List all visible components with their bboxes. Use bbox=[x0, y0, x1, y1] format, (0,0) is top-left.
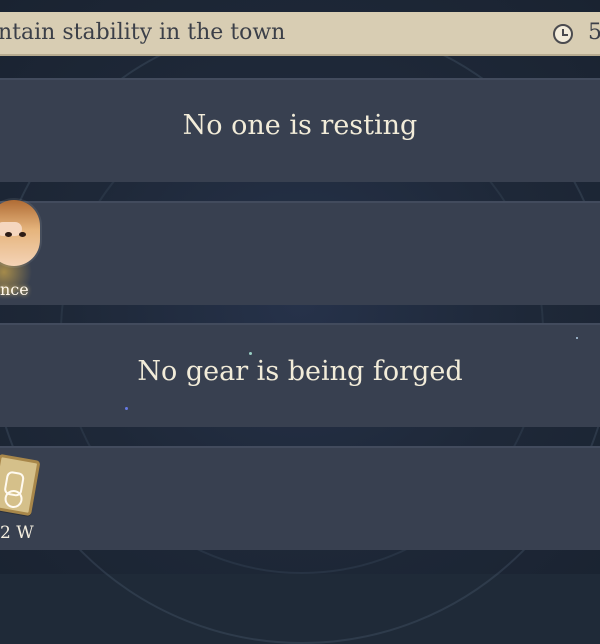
forge-panel[interactable]: No gear is being forged bbox=[0, 323, 600, 427]
forge-status: No gear is being forged bbox=[137, 356, 463, 387]
hero-avatar bbox=[0, 200, 40, 266]
hero-name-label: nce bbox=[0, 280, 29, 299]
gear-value: 2 W bbox=[0, 523, 34, 543]
sparkle-icon bbox=[125, 407, 128, 410]
sparkle-icon bbox=[249, 352, 252, 355]
quest-timer: 5 bbox=[588, 20, 600, 45]
clock-icon bbox=[553, 24, 573, 44]
hero-panel[interactable] bbox=[0, 201, 600, 305]
sparkle-icon bbox=[576, 337, 578, 339]
quest-text: ntain stability in the town bbox=[0, 20, 286, 45]
resting-status: No one is resting bbox=[182, 110, 418, 141]
gear-panel[interactable] bbox=[0, 446, 600, 550]
resting-panel[interactable]: No one is resting bbox=[0, 78, 600, 182]
quest-bar[interactable]: ntain stability in the town bbox=[0, 12, 600, 56]
